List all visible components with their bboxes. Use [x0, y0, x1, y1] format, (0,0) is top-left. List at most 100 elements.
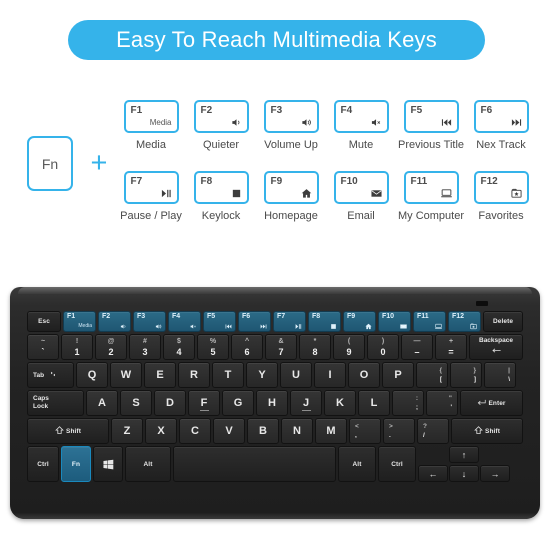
keyboard-key-7[interactable]: & 7: [265, 334, 297, 360]
keyboard-key-f[interactable]: F: [188, 390, 220, 416]
keyboard-key-punct-1[interactable]: " ': [426, 390, 458, 416]
keyboard-key-d[interactable]: D: [154, 390, 186, 416]
multimedia-key-cell: F8 Keylock: [186, 171, 256, 222]
keyboard-key-k[interactable]: K: [324, 390, 356, 416]
keyboard-key-bracket-2[interactable]: | \: [484, 362, 516, 388]
multimedia-key-cell: F12 Favorites: [466, 171, 536, 222]
computer-monitor-icon: [440, 188, 452, 199]
keyboard-key-backspace[interactable]: Backspace: [469, 334, 523, 360]
keyboard-key-ctrl-left[interactable]: Ctrl: [27, 446, 59, 482]
keyboard-key-arrow-down[interactable]: ↓: [449, 465, 479, 482]
keyboard-key-6[interactable]: ^ 6: [231, 334, 263, 360]
keyboard-key-i[interactable]: I: [314, 362, 346, 388]
keyboard-key-alt-right[interactable]: Alt: [338, 446, 376, 482]
keyboard-key-y[interactable]: Y: [246, 362, 278, 388]
keyboard-key-4[interactable]: $4: [163, 334, 195, 360]
keyboard-key-f8[interactable]: F8: [308, 311, 341, 332]
keyboard-key-8[interactable]: * 8: [299, 334, 331, 360]
keyboard-key-u[interactable]: U: [280, 362, 312, 388]
keyboard-key-legend: Backspace: [470, 335, 522, 359]
multimedia-key-f1[interactable]: F1 Media: [123, 100, 179, 133]
keyboard-key-r[interactable]: R: [178, 362, 210, 388]
keyboard-key-punct-0[interactable]: :;: [392, 390, 424, 416]
keyboard-key-ctrl-right[interactable]: Ctrl: [378, 446, 416, 482]
keyboard-key-c[interactable]: C: [179, 418, 211, 444]
keyboard-key-space[interactable]: [173, 446, 336, 482]
volume-mute-icon: [190, 323, 197, 330]
keyboard-key-arrow-right[interactable]: →: [480, 465, 510, 482]
keyboard-key-f1[interactable]: F1 Media: [63, 311, 96, 332]
keyboard-key-esc[interactable]: Esc: [27, 311, 61, 332]
keyboard-key-5[interactable]: % 5: [197, 334, 229, 360]
keyboard-key-label: D: [166, 397, 174, 409]
keyboard-key-o[interactable]: O: [348, 362, 380, 388]
keyboard-key-delete[interactable]: Delete: [483, 311, 523, 332]
keyboard-key-f11[interactable]: F11: [413, 311, 446, 332]
keyboard-key-9[interactable]: (9: [333, 334, 365, 360]
multimedia-key-f5[interactable]: F5: [403, 100, 459, 133]
keyboard-key-b[interactable]: B: [247, 418, 279, 444]
keyboard-key-f5[interactable]: F5: [203, 311, 236, 332]
keyboard-key-shift-right[interactable]: Shift: [451, 418, 523, 444]
multimedia-key-f2[interactable]: F2: [193, 100, 249, 133]
keyboard-key-j[interactable]: J: [290, 390, 322, 416]
multimedia-key-f8[interactable]: F8: [193, 171, 249, 204]
keyboard-key-=[interactable]: + =: [435, 334, 467, 360]
keyboard-key-label: F: [200, 397, 208, 409]
multimedia-key-grid: F1 Media Media F2 Quieter F3 Volume Up F4 Mute F5…: [116, 100, 536, 222]
keyboard-key-a[interactable]: A: [86, 390, 118, 416]
keyboard-key-shiftpunct-2[interactable]: ? /: [417, 418, 449, 444]
keyboard-key-arrow-up[interactable]: ↑: [449, 446, 479, 463]
keyboard-key-f2[interactable]: F2: [98, 311, 131, 332]
keyboard-key-e[interactable]: E: [144, 362, 176, 388]
keyboard-key-q[interactable]: Q: [76, 362, 108, 388]
keyboard-key-3[interactable]: #3: [129, 334, 161, 360]
multimedia-key-f12[interactable]: F12: [473, 171, 529, 204]
keyboard-key-fn[interactable]: Fn: [61, 446, 91, 482]
keyboard-key-label: B: [259, 425, 267, 437]
keyboard-key-caps-lock[interactable]: Caps Lock: [27, 390, 84, 416]
keyboard-key-bracket-0[interactable]: {[: [416, 362, 448, 388]
keyboard-key-f9[interactable]: F9: [343, 311, 376, 332]
multimedia-key-f7[interactable]: F7: [123, 171, 179, 204]
keyboard-key-t[interactable]: T: [212, 362, 244, 388]
keyboard-key-f3[interactable]: F3: [133, 311, 166, 332]
keyboard-key-v[interactable]: V: [213, 418, 245, 444]
keyboard-key-0[interactable]: ) 0: [367, 334, 399, 360]
keyboard-key-bracket-1[interactable]: }]: [450, 362, 482, 388]
keyboard-key-h[interactable]: H: [256, 390, 288, 416]
keyboard-key-alt-left[interactable]: Alt: [125, 446, 171, 482]
multimedia-key-f11[interactable]: F11: [403, 171, 459, 204]
keyboard-key-windows[interactable]: [93, 446, 123, 482]
keyboard-key-l[interactable]: L: [358, 390, 390, 416]
keyboard-key-1[interactable]: ! 1: [61, 334, 93, 360]
keyboard-key-x[interactable]: X: [145, 418, 177, 444]
keyboard-key-backtick[interactable]: ~ `: [27, 334, 59, 360]
keyboard-key-enter[interactable]: Enter: [460, 390, 523, 416]
keyboard-key-f12[interactable]: F12: [448, 311, 481, 332]
keyboard-key-p[interactable]: P: [382, 362, 414, 388]
keyboard-key-w[interactable]: W: [110, 362, 142, 388]
multimedia-key-f9[interactable]: F9: [263, 171, 319, 204]
keyboard-key-–[interactable]: — –: [401, 334, 433, 360]
keyboard-key-f6[interactable]: F6: [238, 311, 271, 332]
keyboard-key-n[interactable]: N: [281, 418, 313, 444]
keyboard-key-shiftpunct-0[interactable]: <,: [349, 418, 381, 444]
keyboard-key-g[interactable]: G: [222, 390, 254, 416]
keyboard-key-z[interactable]: Z: [111, 418, 143, 444]
multimedia-key-f6[interactable]: F6: [473, 100, 529, 133]
keyboard-key-f10[interactable]: F10: [378, 311, 411, 332]
volume-up-icon: [301, 117, 312, 128]
keyboard-key-tab[interactable]: Tab: [27, 362, 74, 388]
keyboard-key-s[interactable]: S: [120, 390, 152, 416]
keyboard-key-m[interactable]: M: [315, 418, 347, 444]
multimedia-key-f4[interactable]: F4: [333, 100, 389, 133]
keyboard-key-shiftpunct-1[interactable]: >.: [383, 418, 415, 444]
multimedia-key-f10[interactable]: F10: [333, 171, 389, 204]
keyboard-key-arrow-left[interactable]: ←: [418, 465, 448, 482]
multimedia-key-f3[interactable]: F3: [263, 100, 319, 133]
keyboard-key-f7[interactable]: F7: [273, 311, 306, 332]
keyboard-key-f4[interactable]: F4: [168, 311, 201, 332]
keyboard-key-2[interactable]: @2: [95, 334, 127, 360]
keyboard-key-shift-left[interactable]: Shift: [27, 418, 109, 444]
